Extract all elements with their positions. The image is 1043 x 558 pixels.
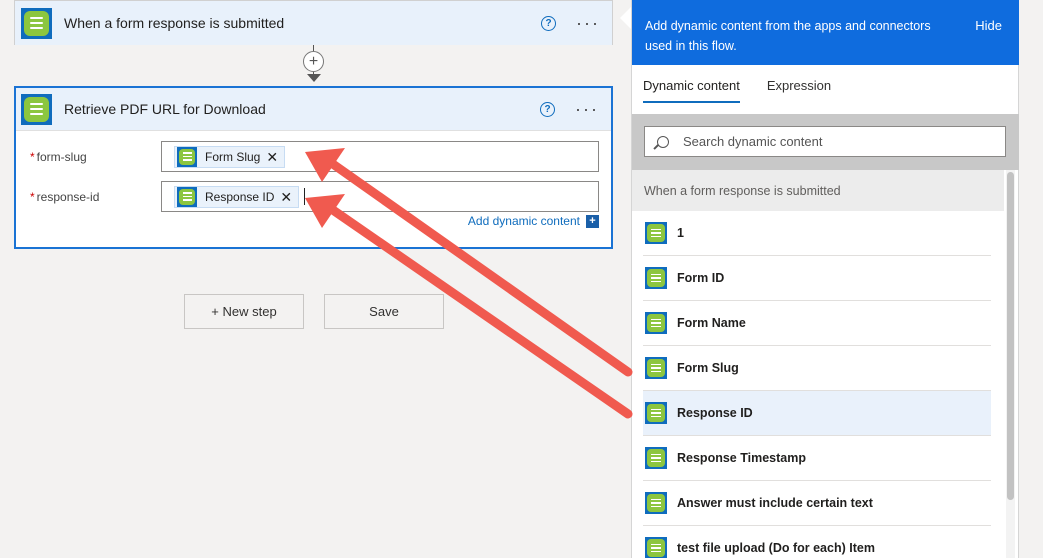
panel-header: Add dynamic content from the apps and co… xyxy=(632,0,1019,65)
tab-dynamic-content[interactable]: Dynamic content xyxy=(643,78,740,103)
dynamic-item-label: Form Name xyxy=(677,316,746,330)
dynamic-item-list: 1 Form ID Form Name Form Slug Response ID Res… xyxy=(643,211,991,558)
action-header[interactable]: Retrieve PDF URL for Download ? ··· xyxy=(16,88,611,131)
add-icon: + xyxy=(586,214,599,228)
hide-button[interactable]: Hide xyxy=(975,16,1002,36)
forms-connector-icon xyxy=(645,222,667,244)
help-icon[interactable]: ? xyxy=(541,15,557,31)
forms-connector-icon xyxy=(177,186,197,207)
search-input[interactable] xyxy=(683,134,983,149)
form-slug-row: * form-slug Form Slug ✕ xyxy=(16,141,611,173)
scrollbar-thumb[interactable] xyxy=(1007,172,1014,500)
dynamic-item[interactable]: Form Name xyxy=(643,301,991,346)
forms-connector-icon xyxy=(645,537,667,558)
dynamic-item-label: Form ID xyxy=(677,271,725,285)
panel-description: Add dynamic content from the apps and co… xyxy=(645,19,931,53)
dynamic-item-label: Answer must include certain text xyxy=(677,496,873,510)
help-icon[interactable]: ? xyxy=(540,101,556,117)
search-icon xyxy=(657,135,669,148)
section-title: When a form response is submitted xyxy=(632,170,1004,211)
new-step-button[interactable]: + New step xyxy=(184,294,304,329)
panel-tabs: Dynamic content Expression xyxy=(643,78,858,103)
trigger-header[interactable]: When a form response is submitted ? ··· xyxy=(15,1,612,45)
dynamic-item[interactable]: Form Slug xyxy=(643,346,991,391)
more-icon[interactable]: ··· xyxy=(576,14,600,32)
forms-connector-icon xyxy=(645,312,667,334)
trigger-title: When a form response is submitted xyxy=(64,15,285,31)
forms-connector-icon xyxy=(177,146,197,167)
response-id-row: * response-id Response ID ✕ xyxy=(16,181,611,213)
more-icon[interactable]: ··· xyxy=(575,100,599,118)
action-card[interactable]: Retrieve PDF URL for Download ? ··· * for… xyxy=(14,86,613,249)
trigger-card[interactable]: When a form response is submitted ? ··· xyxy=(14,0,613,45)
action-title: Retrieve PDF URL for Download xyxy=(64,101,266,117)
save-button[interactable]: Save xyxy=(324,294,444,329)
forms-connector-icon xyxy=(645,447,667,469)
close-icon[interactable]: ✕ xyxy=(266,150,278,164)
dynamic-item[interactable]: test file upload (Do for each) Item xyxy=(643,526,991,558)
dynamic-item-label: Response ID xyxy=(677,406,753,420)
forms-connector-icon xyxy=(645,402,667,424)
dynamic-item-label: Response Timestamp xyxy=(677,451,806,465)
search-box[interactable] xyxy=(644,126,1006,157)
dynamic-item-label: test file upload (Do for each) Item xyxy=(677,541,875,555)
forms-connector-icon xyxy=(645,492,667,514)
dynamic-content-panel: Add dynamic content from the apps and co… xyxy=(631,0,1019,558)
search-band xyxy=(632,114,1019,170)
dynamic-item[interactable]: Form ID xyxy=(643,256,991,301)
add-dynamic-content-link[interactable]: Add dynamic content + xyxy=(468,214,599,228)
form-slug-token[interactable]: Form Slug ✕ xyxy=(174,145,286,168)
tab-expression[interactable]: Expression xyxy=(767,78,831,103)
dynamic-item[interactable]: Answer must include certain text xyxy=(643,481,991,526)
dynamic-item-label: Form Slug xyxy=(677,361,739,375)
connector-arrow-icon xyxy=(307,74,321,82)
dynamic-item[interactable]: Response ID xyxy=(643,391,991,436)
response-id-input[interactable]: Response ID ✕ xyxy=(161,181,599,212)
form-slug-input[interactable]: Form Slug ✕ xyxy=(161,141,599,172)
response-id-label: * response-id xyxy=(30,190,100,204)
forms-connector-icon xyxy=(645,357,667,379)
token-label: Response ID xyxy=(205,189,275,204)
dynamic-item[interactable]: Response Timestamp xyxy=(643,436,991,481)
forms-connector-icon xyxy=(645,267,667,289)
close-icon[interactable]: ✕ xyxy=(280,190,292,204)
form-slug-label: * form-slug xyxy=(30,150,87,164)
dynamic-item-label: 1 xyxy=(677,226,684,240)
forms-connector-icon xyxy=(21,7,52,39)
dynamic-item[interactable]: 1 xyxy=(643,211,991,256)
forms-connector-icon xyxy=(21,93,52,125)
add-step-icon[interactable]: + xyxy=(303,51,324,72)
response-id-token[interactable]: Response ID ✕ xyxy=(174,185,300,208)
token-label: Form Slug xyxy=(205,149,261,164)
add-dynamic-content-label: Add dynamic content xyxy=(467,214,580,228)
text-caret xyxy=(304,188,306,205)
